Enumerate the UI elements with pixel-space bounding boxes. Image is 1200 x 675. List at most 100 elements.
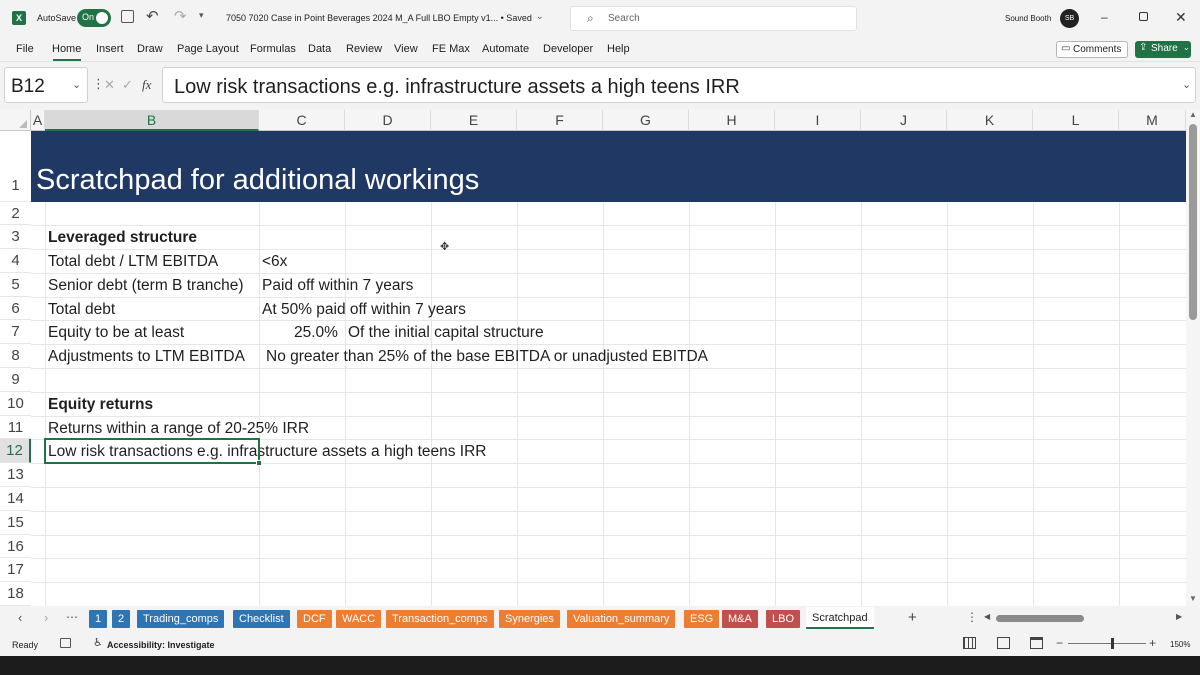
page-layout-view-icon[interactable] [997, 637, 1010, 649]
column-header-l[interactable]: L [1033, 110, 1119, 131]
row-header-3[interactable]: 3 [0, 225, 31, 249]
cell-c8[interactable]: No greater than 25% of the base EBITDA o… [266, 348, 708, 366]
row-header-15[interactable]: 15 [0, 511, 31, 535]
sheet-tab-esg[interactable]: ESG [684, 610, 720, 628]
sheet-tab-m-and-a[interactable]: M&A [722, 610, 758, 628]
row-header-5[interactable]: 5 [0, 273, 31, 297]
cell-c7[interactable]: 25.0% [294, 324, 338, 342]
cell-b11[interactable]: Returns within a range of 20-25% IRR [48, 420, 309, 438]
cell-d7[interactable]: Of the initial capital structure [348, 324, 544, 342]
sheet-tab-synergies[interactable]: Synergies [499, 610, 560, 628]
zoom-slider-thumb[interactable] [1111, 638, 1114, 649]
cell-c6[interactable]: At 50% paid off within 7 years [262, 301, 466, 319]
tab-help[interactable]: Help [607, 43, 630, 55]
user-avatar[interactable]: SB [1060, 9, 1079, 28]
redo-icon[interactable]: ↷ [174, 7, 187, 25]
restore-icon[interactable] [1139, 12, 1148, 21]
tab-page-layout[interactable]: Page Layout [177, 43, 239, 55]
cell-b10[interactable]: Equity returns [48, 396, 153, 414]
tab-data[interactable]: Data [308, 43, 331, 55]
active-cell-selection[interactable] [44, 438, 260, 464]
scroll-down-icon[interactable]: ▼ [1189, 594, 1197, 603]
cell-c4[interactable]: <6x [262, 253, 287, 271]
undo-icon[interactable]: ↶ [146, 7, 159, 25]
cancel-entry-icon[interactable]: ✕ [104, 77, 115, 93]
row-header-17[interactable]: 17 [0, 558, 31, 582]
scroll-right-icon[interactable]: ▶ [1176, 612, 1182, 621]
sheet-tab-dcf[interactable]: DCF [297, 610, 332, 628]
sheet-tab-wacc[interactable]: WACC [336, 610, 382, 628]
autosave-toggle[interactable]: On [77, 9, 111, 27]
tab-fe-max[interactable]: FE Max [432, 43, 470, 55]
column-header-g[interactable]: G [603, 110, 689, 131]
confirm-entry-icon[interactable]: ✓ [122, 77, 133, 93]
vertical-scrollbar[interactable]: ▲ ▼ [1186, 110, 1200, 606]
close-icon[interactable]: ✕ [1175, 9, 1187, 26]
add-sheet-icon[interactable]: + [908, 609, 917, 626]
row-header-11[interactable]: 11 [0, 416, 31, 439]
row-header-10[interactable]: 10 [0, 392, 31, 416]
sheet-tab-trading-comps[interactable]: Trading_comps [137, 610, 225, 628]
name-box[interactable]: B12 ⌄ [4, 67, 88, 103]
page-break-view-icon[interactable] [1030, 637, 1043, 649]
tab-insert[interactable]: Insert [96, 43, 124, 55]
horizontal-scrollbar[interactable]: ◀ ▶ [984, 612, 1186, 625]
sheet-title[interactable]: Scratchpad for additional workings [36, 164, 479, 197]
sheet-tab-checklist[interactable]: Checklist [233, 610, 290, 628]
cell-b7[interactable]: Equity to be at least [48, 324, 184, 342]
column-header-k[interactable]: K [947, 110, 1033, 131]
row-header-7[interactable]: 7 [0, 320, 31, 344]
row-header-12[interactable]: 12 [0, 439, 31, 463]
column-header-d[interactable]: D [345, 110, 431, 131]
save-icon[interactable] [121, 10, 134, 23]
column-header-m[interactable]: M [1119, 110, 1186, 131]
row-header-16[interactable]: 16 [0, 535, 31, 558]
search-box[interactable]: ⌕ Search [570, 6, 857, 31]
tab-home[interactable]: Home [52, 43, 81, 55]
select-all-corner[interactable] [0, 110, 31, 131]
tab-review[interactable]: Review [346, 43, 382, 55]
next-sheet-icon[interactable]: › [44, 610, 48, 625]
zoom-out-icon[interactable]: − [1056, 636, 1063, 650]
accessibility-icon[interactable]: ♿ [93, 636, 103, 649]
normal-view-icon[interactable] [963, 637, 976, 649]
more-sheets-icon[interactable]: ⋯ [66, 610, 78, 624]
tab-developer[interactable]: Developer [543, 43, 593, 55]
sheet-tab-lbo[interactable]: LBO [766, 610, 801, 628]
column-header-f[interactable]: F [517, 110, 603, 131]
cell-b3[interactable]: Leveraged structure [48, 229, 197, 247]
tab-file[interactable]: File [16, 43, 34, 55]
column-header-e[interactable]: E [431, 110, 517, 131]
horizontal-scroll-thumb[interactable] [996, 615, 1084, 622]
row-header-4[interactable]: 4 [0, 249, 31, 273]
prev-sheet-icon[interactable]: ‹ [18, 610, 22, 625]
formula-input[interactable]: Low risk transactions e.g. infrastructur… [162, 67, 1196, 103]
row-header-1[interactable]: 1 [0, 131, 31, 202]
sheet-tab-transaction-comps[interactable]: Transaction_comps [386, 610, 494, 628]
row-header-6[interactable]: 6 [0, 297, 31, 320]
row-header-18[interactable]: 18 [0, 582, 31, 606]
column-header-a[interactable]: A [31, 110, 45, 131]
cell-b4[interactable]: Total debt / LTM EBITDA [48, 253, 218, 271]
row-header-2[interactable]: 2 [0, 202, 31, 225]
cell-b5[interactable]: Senior debt (term B tranche) [48, 277, 244, 295]
tab-splitter-icon[interactable]: ⋮ [966, 610, 978, 624]
row-header-8[interactable]: 8 [0, 344, 31, 368]
sheet-tab-2[interactable]: 2 [112, 610, 131, 628]
zoom-in-icon[interactable]: + [1149, 636, 1156, 650]
comments-button[interactable]: ▭ Comments [1056, 41, 1128, 58]
tab-draw[interactable]: Draw [137, 43, 163, 55]
share-button[interactable]: ⇪ Share ⌄ [1135, 41, 1191, 58]
row-header-9[interactable]: 9 [0, 368, 31, 392]
column-header-c[interactable]: C [259, 110, 345, 131]
cell-b8[interactable]: Adjustments to LTM EBITDA [48, 348, 245, 366]
sheet-tab-1[interactable]: 1 [89, 610, 108, 628]
insert-function-icon[interactable]: fx [142, 77, 151, 93]
tab-formulas[interactable]: Formulas [250, 43, 296, 55]
accessibility-status[interactable]: Accessibility: Investigate [107, 640, 215, 650]
fill-handle[interactable] [256, 460, 262, 466]
cell-b6[interactable]: Total debt [48, 301, 115, 319]
row-header-13[interactable]: 13 [0, 463, 31, 487]
document-title[interactable]: 7050 7020 Case in Point Beverages 2024 M… [226, 13, 532, 23]
sheet-tab-valuation-summary[interactable]: Valuation_summary [567, 610, 676, 628]
